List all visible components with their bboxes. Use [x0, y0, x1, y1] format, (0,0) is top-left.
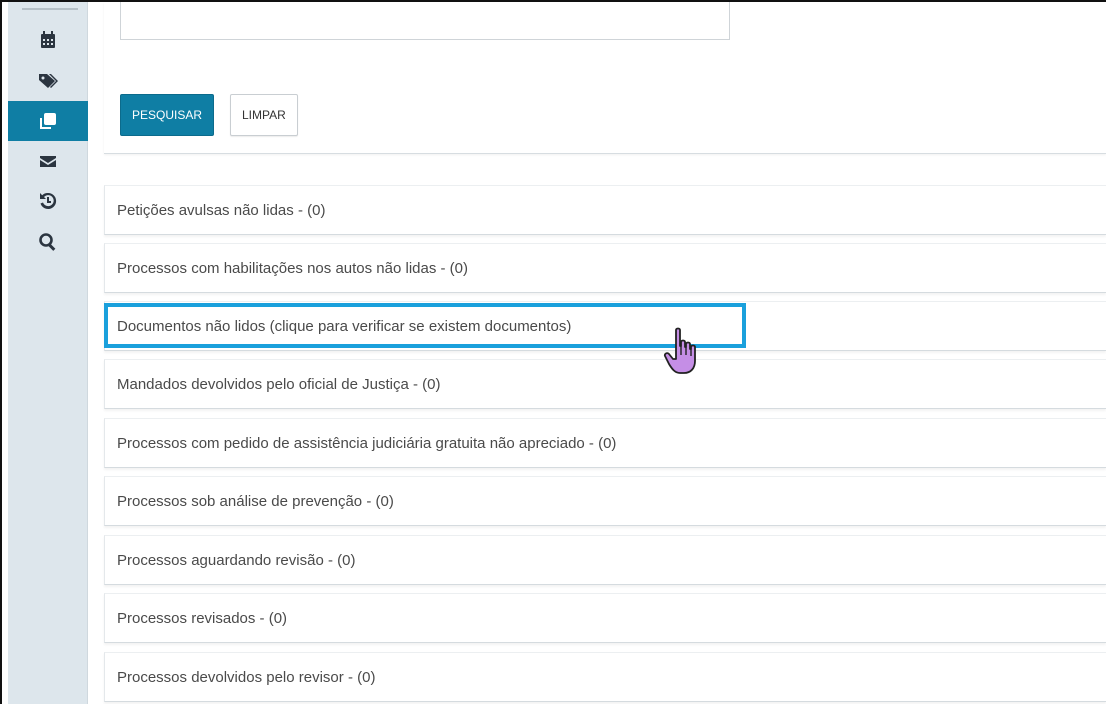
list-item-label: Documentos não lidos (clique para verifi… [117, 317, 572, 335]
sidebar-item-tags[interactable] [8, 60, 88, 100]
sidebar-item-history[interactable] [8, 181, 88, 221]
list-item[interactable]: Processos revisados - (0) [104, 593, 1106, 643]
list-item-label: Processos com habilitações nos autos não… [117, 259, 469, 277]
list-item[interactable]: Mandados devolvidos pelo oficial de Just… [104, 359, 1106, 409]
sidebar-top-divider [22, 8, 78, 16]
list-item[interactable]: Processos devolvidos pelo revisor - (0) [104, 652, 1106, 702]
sidebar [8, 2, 88, 704]
envelope-icon [40, 156, 56, 167]
sidebar-item-calendar[interactable] [8, 20, 88, 60]
list-item-label: Processos revisados - (0) [117, 609, 288, 627]
list-item[interactable]: Processos sob análise de prevenção - (0) [104, 476, 1106, 526]
calendar-icon [41, 31, 55, 48]
list-item-label: Processos devolvidos pelo revisor - (0) [117, 668, 376, 686]
search-panel: PESQUISAR LIMPAR [104, 2, 1106, 154]
list-item-label: Mandados devolvidos pelo oficial de Just… [117, 375, 441, 393]
list-item[interactable]: Petições avulsas não lidas - (0) [104, 185, 1106, 235]
search-input[interactable] [120, 2, 730, 40]
list-item[interactable]: Processos com pedido de assistência judi… [104, 418, 1106, 468]
list-item[interactable]: Processos aguardando revisão - (0) [104, 535, 1106, 585]
history-icon [40, 192, 57, 209]
clear-button[interactable]: LIMPAR [230, 94, 298, 136]
list-item-label: Processos aguardando revisão - (0) [117, 551, 356, 569]
hand-pointer-icon [663, 327, 696, 374]
list-item-label: Petições avulsas não lidas - (0) [117, 201, 326, 219]
main-content: PESQUISAR LIMPAR Petições avulsas não li… [104, 2, 1106, 704]
clone-icon [40, 113, 56, 129]
search-icon [39, 233, 56, 251]
sidebar-item-search[interactable] [8, 222, 88, 262]
search-button[interactable]: PESQUISAR [120, 94, 215, 136]
tags-icon [39, 74, 58, 88]
list-item-label: Processos com pedido de assistência judi… [117, 434, 617, 452]
sidebar-item-messages[interactable] [8, 141, 88, 181]
list-item-label: Processos sob análise de prevenção - (0) [117, 492, 394, 510]
sidebar-item-clone[interactable] [8, 101, 88, 141]
list-item[interactable]: Documentos não lidos (clique para verifi… [104, 301, 1106, 351]
list-item[interactable]: Processos com habilitações nos autos não… [104, 243, 1106, 293]
